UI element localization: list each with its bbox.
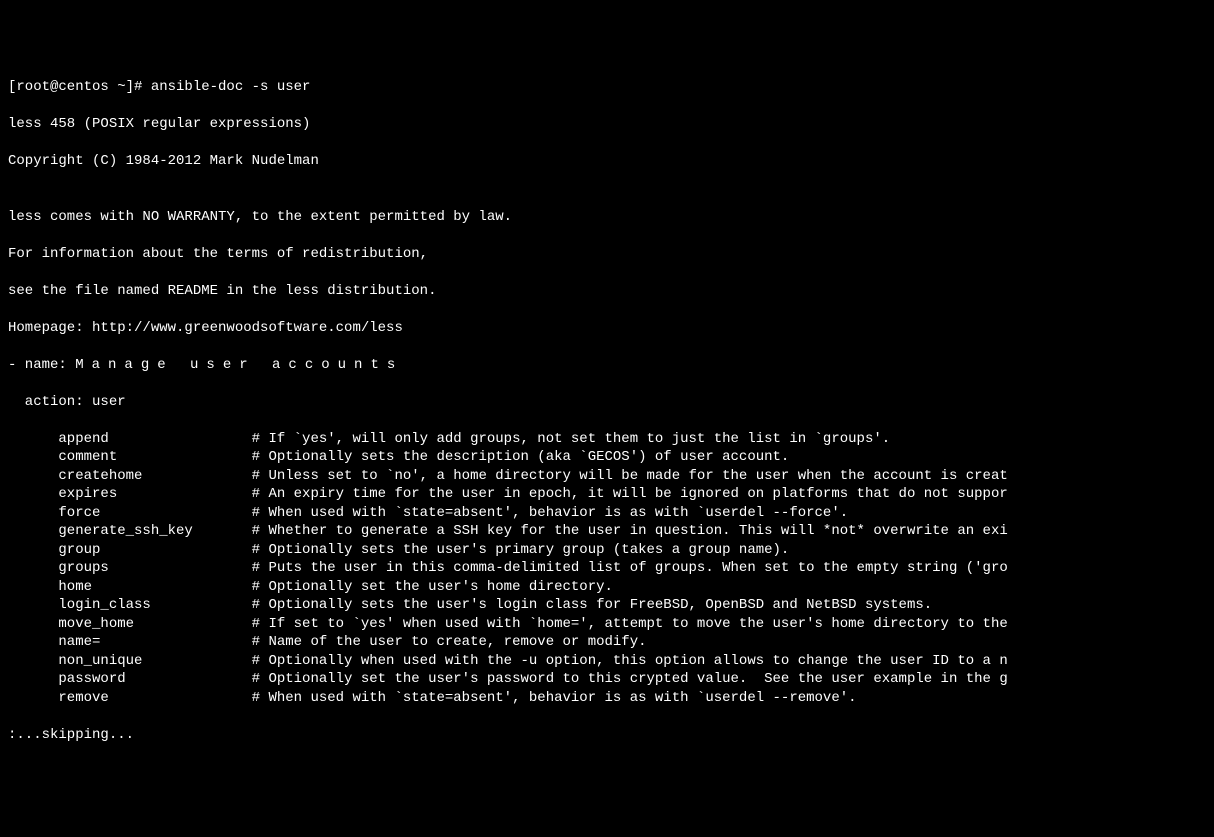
- param-row: password # Optionally set the user's pas…: [8, 670, 1206, 689]
- param-row: groups # Puts the user in this comma-del…: [8, 559, 1206, 578]
- param-row: force # When used with `state=absent', b…: [8, 504, 1206, 523]
- warranty-line-3: see the file named README in the less di…: [8, 282, 1206, 301]
- param-row: append # If `yes', will only add groups,…: [8, 430, 1206, 449]
- param-row: remove # When used with `state=absent', …: [8, 689, 1206, 708]
- warranty-line-2: For information about the terms of redis…: [8, 245, 1206, 264]
- param-row: non_unique # Optionally when used with t…: [8, 652, 1206, 671]
- skipping-line: :...skipping...: [8, 726, 1206, 745]
- copyright: Copyright (C) 1984-2012 Mark Nudelman: [8, 152, 1206, 171]
- prompt-line: [root@centos ~]# ansible-doc -s user: [8, 78, 1206, 97]
- param-row: name= # Name of the user to create, remo…: [8, 633, 1206, 652]
- action-line: action: user: [8, 393, 1206, 412]
- param-row: move_home # If set to `yes' when used wi…: [8, 615, 1206, 634]
- params-list: append # If `yes', will only add groups,…: [8, 430, 1206, 708]
- warranty-line-1: less comes with NO WARRANTY, to the exte…: [8, 208, 1206, 227]
- param-row: group # Optionally sets the user's prima…: [8, 541, 1206, 560]
- homepage-line: Homepage: http://www.greenwoodsoftware.c…: [8, 319, 1206, 338]
- module-name-line: - name: Manage user accounts: [8, 356, 1206, 375]
- param-row: generate_ssh_key # Whether to generate a…: [8, 522, 1206, 541]
- param-row: comment # Optionally sets the descriptio…: [8, 448, 1206, 467]
- param-row: login_class # Optionally sets the user's…: [8, 596, 1206, 615]
- param-row: createhome # Unless set to `no', a home …: [8, 467, 1206, 486]
- param-row: home # Optionally set the user's home di…: [8, 578, 1206, 597]
- param-row: expires # An expiry time for the user in…: [8, 485, 1206, 504]
- less-version: less 458 (POSIX regular expressions): [8, 115, 1206, 134]
